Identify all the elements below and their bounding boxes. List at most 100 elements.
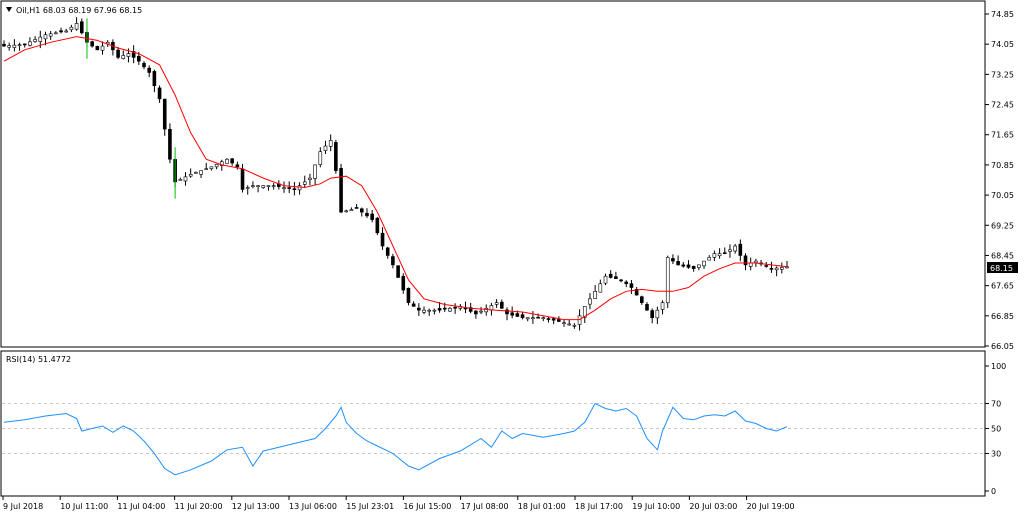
bear-candle (365, 212, 369, 217)
bull-candle (717, 253, 722, 257)
bull-candle (707, 257, 712, 261)
bear-candle (738, 243, 743, 256)
rsi-tick-label: 100 (991, 362, 1006, 371)
bear-candle (500, 301, 504, 309)
bull-candle (427, 309, 432, 312)
bull-candle (432, 309, 437, 312)
bear-candle (474, 310, 478, 315)
bear-candle (453, 306, 457, 309)
time-tick-label: 10 Jul 11:00 (60, 502, 108, 511)
bear-candle (137, 55, 141, 62)
bear-candle (401, 276, 406, 291)
symbol-info: Oil,H1 68.03 68.19 67.96 68.15 (16, 6, 142, 15)
bull-candle (261, 185, 266, 188)
bull-candle (302, 181, 307, 185)
bear-candle (769, 268, 774, 270)
bear-candle (686, 264, 691, 268)
bear-candle (546, 318, 551, 320)
bull-candle (712, 253, 717, 258)
price-tick-label: 67.65 (991, 282, 1014, 291)
bear-candle (619, 279, 623, 282)
bull-candle (194, 172, 198, 174)
bear-candle (59, 30, 63, 33)
bull-candle (48, 33, 53, 37)
bull-candle (17, 44, 22, 46)
bear-candle (681, 264, 686, 267)
bear-candle (640, 296, 644, 303)
bull-candle (541, 317, 546, 320)
bull-candle (593, 290, 597, 299)
bear-candle (691, 266, 696, 269)
bear-candle (380, 232, 385, 247)
bear-candle (2, 43, 6, 47)
bull-candle (531, 317, 535, 320)
bull-candle (733, 245, 737, 252)
bear-candle (157, 87, 162, 100)
bull-candle (562, 322, 566, 325)
bull-candle (697, 264, 701, 268)
bull-candle (665, 257, 670, 304)
price-tick-label: 73.25 (991, 70, 1014, 79)
bear-candle (162, 98, 167, 130)
bull-candle (256, 185, 260, 187)
rsi-tick-label: 30 (991, 450, 1001, 459)
bull-candle (313, 164, 317, 179)
current-price-label: 68.15 (990, 264, 1013, 273)
bull-candle (349, 209, 354, 211)
bull-candle (702, 260, 706, 267)
bull-candle (318, 151, 323, 165)
time-tick-label: 20 Jul 03:00 (689, 502, 737, 511)
time-tick-label: 17 Jul 08:00 (461, 502, 509, 511)
time-tick-label: 11 Jul 20:00 (175, 502, 223, 511)
price-tick-label: 74.05 (991, 40, 1014, 49)
bear-candle (557, 319, 561, 322)
bear-candle (676, 260, 680, 266)
bull-candle (780, 267, 784, 270)
price-tick-label: 70.85 (991, 161, 1014, 170)
bull-candle (251, 185, 255, 187)
bull-candle (598, 283, 603, 293)
time-tick-label: 11 Jul 04:00 (117, 502, 165, 511)
bear-candle (235, 164, 240, 168)
time-tick-label: 12 Jul 13:00 (232, 502, 280, 511)
bull-candle (54, 32, 58, 35)
bear-candle (515, 313, 520, 317)
bull-candle (323, 145, 328, 151)
bear-candle (417, 307, 421, 311)
rsi-tick-label: 0 (991, 487, 996, 496)
bear-candle (764, 265, 769, 267)
rsi-tick-label: 50 (991, 425, 1001, 434)
rsi-label: RSI(14) 51.4772 (6, 355, 71, 364)
bull-candle (209, 166, 214, 170)
bull-candle (7, 45, 11, 48)
price-tick-label: 68.45 (991, 251, 1014, 260)
bull-candle (225, 158, 229, 164)
bear-candle (406, 287, 411, 303)
time-tick-label: 16 Jul 15:00 (403, 502, 451, 511)
bull-candle (588, 298, 592, 305)
price-tick-label: 66.05 (991, 342, 1014, 351)
bull-candle (266, 185, 271, 187)
bull-candle (43, 34, 48, 40)
bull-candle (525, 317, 530, 320)
bull-candle (74, 23, 79, 30)
bull-candle (422, 309, 426, 313)
price-chart[interactable]: Oil,H1 68.03 68.19 67.96 68.15 74.85 74.0… (0, 0, 1024, 515)
bear-candle (22, 43, 27, 46)
bear-candle (391, 256, 395, 266)
bear-candle (442, 307, 447, 310)
price-tick-label: 66.85 (991, 312, 1014, 321)
time-tick-label: 18 Jul 01:00 (518, 502, 566, 511)
bear-candle (287, 187, 291, 189)
bull-candle (126, 53, 131, 57)
bear-candle (650, 310, 654, 319)
bull-candle (448, 307, 452, 312)
bear-candle (437, 308, 442, 311)
bull-candle (188, 174, 193, 177)
bull-candle (12, 44, 17, 48)
bear-candle (230, 158, 234, 164)
bear-candle (536, 316, 540, 319)
bear-candle (722, 252, 727, 254)
bull-candle (38, 36, 43, 42)
bear-candle (339, 168, 343, 213)
